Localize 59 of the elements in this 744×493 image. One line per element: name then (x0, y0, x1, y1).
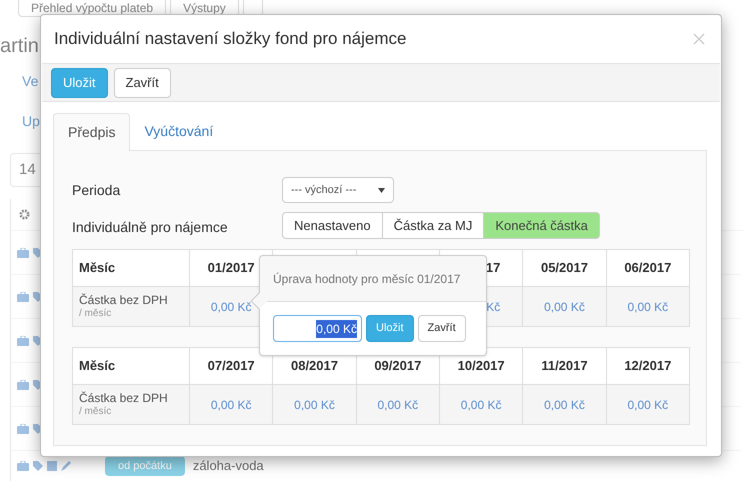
month-header: 12/2017 (624, 358, 672, 374)
amount-link[interactable]: 0,00 Kč (544, 300, 585, 314)
column-header: Měsíc (72, 250, 190, 286)
briefcase-icon[interactable] (17, 336, 29, 346)
dialog-button[interactable]: Uložit (51, 68, 108, 98)
month-header: 06/2017 (624, 260, 672, 276)
row-name: záloha-voda (192, 457, 264, 476)
gear-icon[interactable] (19, 209, 30, 220)
amount-link[interactable]: 0,00 Kč (377, 398, 418, 412)
month-header: 17 (486, 260, 500, 276)
row-label: Částka bez DPH (79, 390, 169, 404)
caret-icon (378, 188, 385, 192)
column-header: Měsíc (72, 348, 190, 384)
dialog-button[interactable]: Zavřít (418, 315, 466, 342)
row-sublabel: / měsíc (79, 404, 112, 418)
month-header: 10/2017 (458, 358, 505, 374)
page-heading: artin (0, 35, 39, 57)
amount-link[interactable]: 0,00 Kč (627, 398, 668, 412)
nav-tab[interactable]: Ve (22, 73, 38, 89)
month-header: 07/2017 (208, 358, 255, 374)
nav-tab[interactable]: Up (22, 113, 40, 129)
period-label: Perioda (72, 180, 122, 200)
month-header: 05/2017 (540, 260, 588, 276)
amount-link[interactable]: Kč (486, 300, 500, 314)
amount-field[interactable]: 0,00 Kč (273, 315, 362, 342)
option-button[interactable]: Konečná částka (483, 212, 600, 239)
dialog-button[interactable]: Uložit (366, 315, 414, 342)
tab[interactable]: Předpis (53, 113, 130, 151)
tag-icon[interactable] (33, 461, 43, 471)
option-button[interactable]: Částka za MJ (382, 212, 484, 239)
tab[interactable]: Vyúčtování (130, 112, 228, 150)
amount-link[interactable]: 0,00 Kč (544, 398, 585, 412)
amount-link[interactable]: 0,00 Kč (460, 398, 502, 412)
briefcase-icon[interactable] (17, 424, 29, 434)
dialog-button[interactable]: Zavřít (114, 68, 171, 98)
calendar-icon[interactable] (47, 461, 57, 471)
month-header: 11/2017 (541, 358, 588, 374)
close-icon[interactable] (693, 33, 705, 45)
option-button[interactable]: Nenastaveno (282, 212, 383, 239)
row-label: Částka bez DPH (79, 292, 169, 306)
month-header: 01/2017 (208, 260, 255, 276)
month-header: 08/2017 (290, 358, 338, 374)
dialog-title: Individuální nastavení složky fond pro nájemce (54, 28, 406, 50)
briefcase-icon[interactable] (17, 248, 29, 258)
select-value: --- výchozí --- (291, 182, 356, 198)
briefcase-icon[interactable] (17, 292, 29, 302)
briefcase-icon[interactable] (17, 461, 29, 471)
amount-link[interactable]: 0,00 Kč (210, 300, 252, 314)
month-header: 09/2017 (374, 358, 422, 374)
amount-link[interactable]: 0,00 Kč (627, 300, 668, 314)
amount-link[interactable]: 0,00 Kč (294, 398, 335, 412)
badge: od počátku (105, 456, 185, 476)
briefcase-icon[interactable] (17, 380, 29, 390)
period-select[interactable]: --- výchozí --- (282, 177, 394, 203)
row-sublabel: / měsíc (79, 306, 112, 320)
popover-title: Úprava hodnoty pro měsíc 01/2017 (273, 270, 460, 288)
pencil-icon[interactable] (61, 461, 71, 471)
amount-link[interactable]: 0,00 Kč (210, 398, 252, 412)
individual-label: Individuálně pro nájemce (72, 218, 229, 237)
